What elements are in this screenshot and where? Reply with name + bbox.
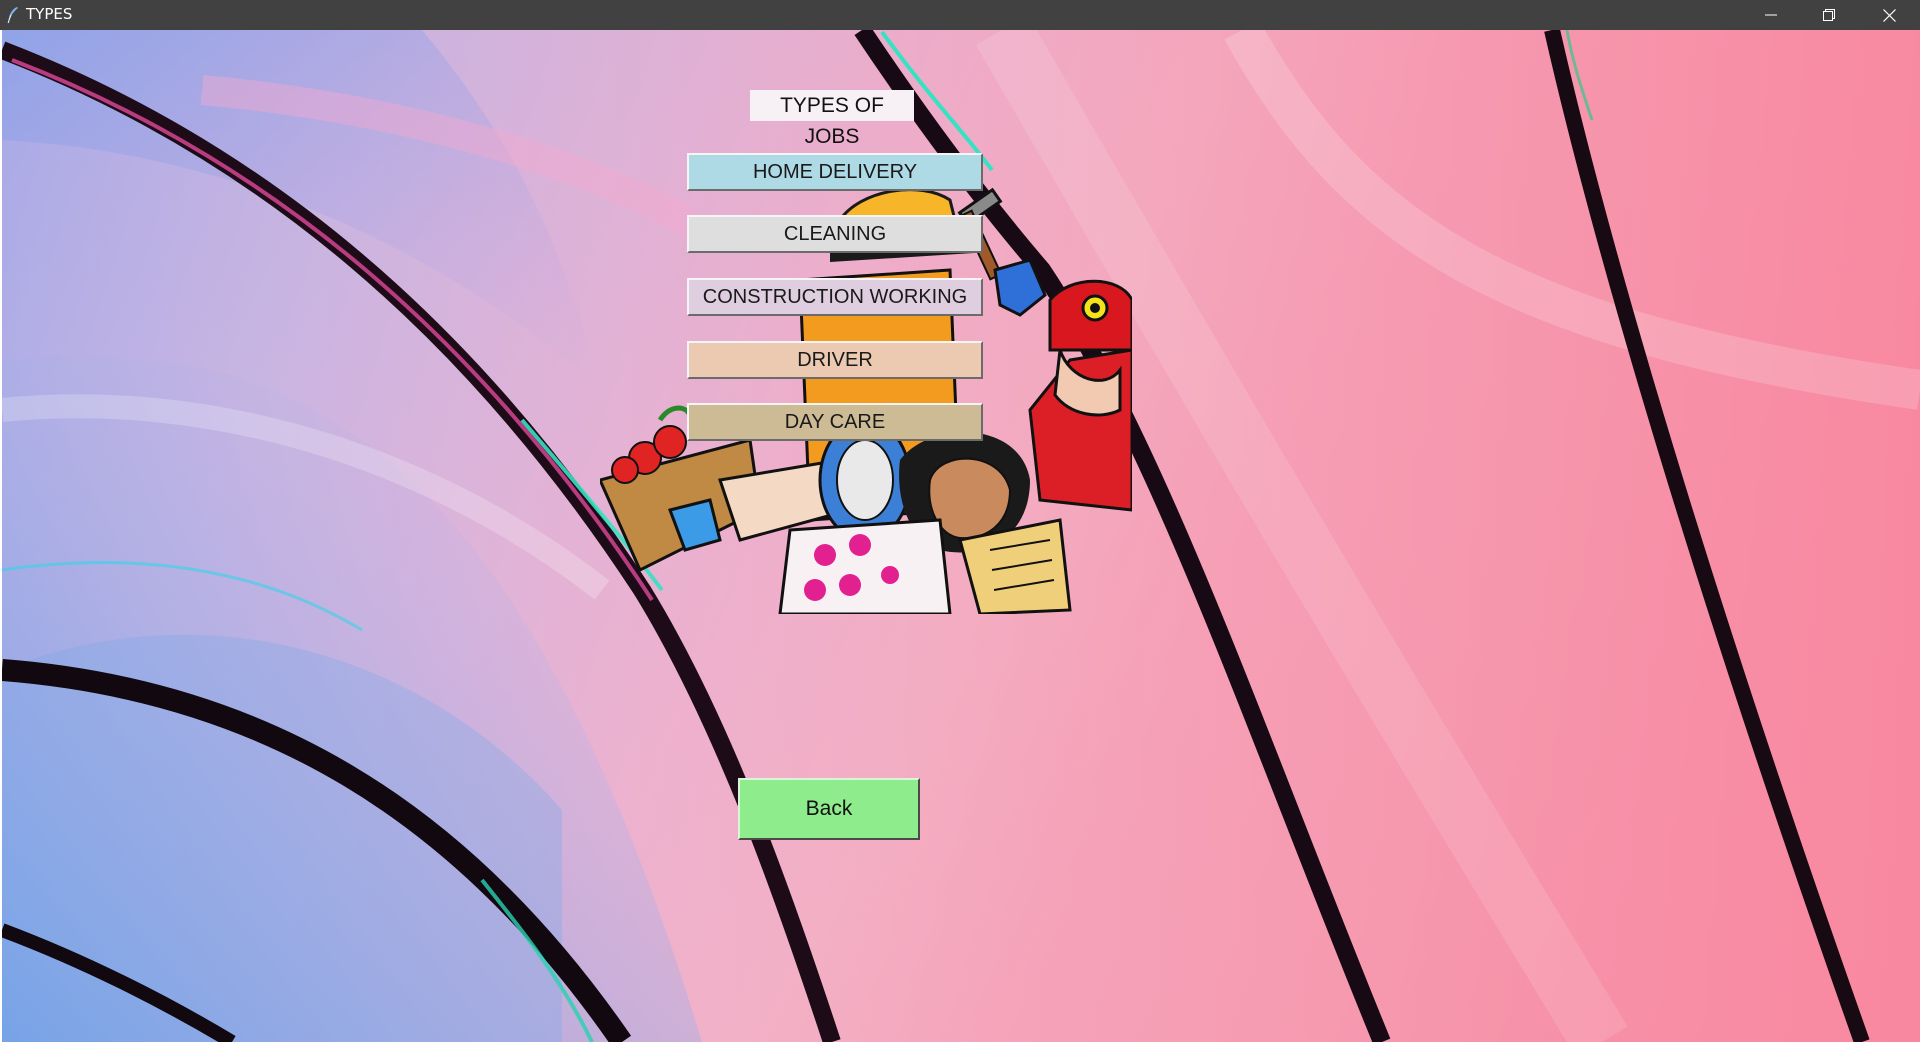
driver-button[interactable]: DRIVER bbox=[687, 341, 983, 379]
construction-working-button[interactable]: CONSTRUCTION WORKING bbox=[687, 278, 983, 316]
restore-icon bbox=[1823, 9, 1835, 21]
minimize-icon bbox=[1765, 14, 1777, 16]
close-icon bbox=[1882, 8, 1896, 22]
feather-icon bbox=[7, 7, 18, 24]
title-bar: TYPES bbox=[0, 0, 1920, 30]
main-canvas: TYPES OF JOBS HOME DELIVERY CLEANING CON… bbox=[2, 30, 1920, 1042]
app-window: TYPES TYPES OF JOBS HOME DELIVERY CLEANI… bbox=[0, 0, 1920, 1042]
page-title: TYPES OF JOBS bbox=[750, 90, 914, 148]
window-title: TYPES bbox=[26, 5, 73, 23]
day-care-button[interactable]: DAY CARE bbox=[687, 403, 983, 441]
close-button[interactable] bbox=[1858, 0, 1920, 30]
minimize-button[interactable] bbox=[1742, 0, 1800, 30]
cleaning-button[interactable]: CLEANING bbox=[687, 215, 983, 253]
restore-button[interactable] bbox=[1800, 0, 1858, 30]
back-button[interactable]: Back bbox=[738, 778, 920, 840]
home-delivery-button[interactable]: HOME DELIVERY bbox=[687, 153, 983, 191]
